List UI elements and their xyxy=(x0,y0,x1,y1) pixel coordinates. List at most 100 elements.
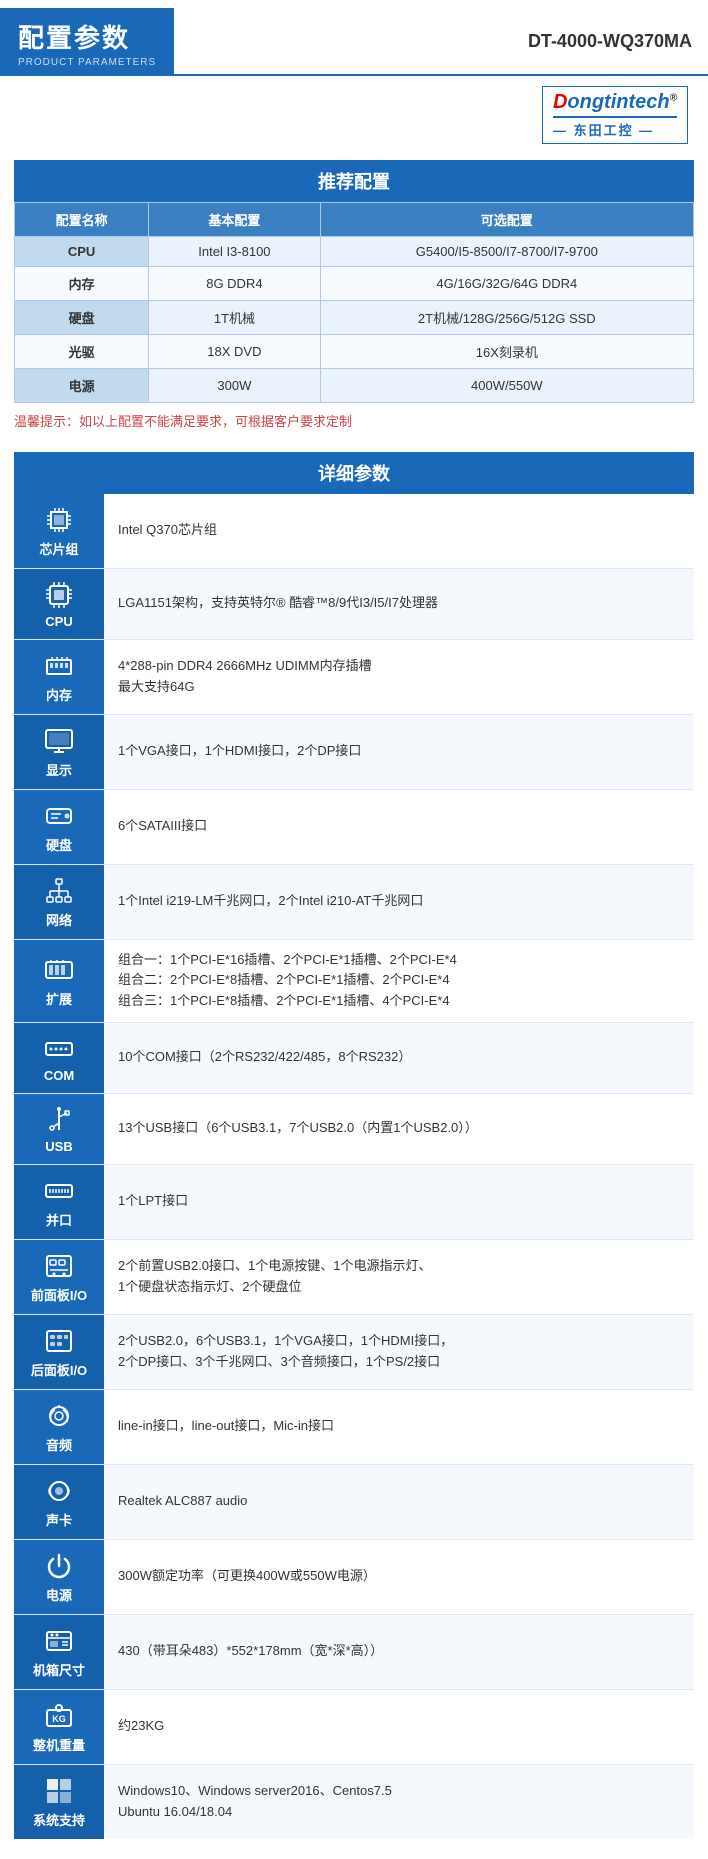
detail-icon-cell: 音频 xyxy=(14,1389,104,1464)
rec-basic: 18X DVD xyxy=(149,334,320,368)
detail-content-cell: 2个USB2.0，6个USB3.1，1个VGA接口，1个HDMI接口，2个DP接… xyxy=(104,1314,694,1389)
detail-icon-cell: 芯片组 xyxy=(14,494,104,569)
usb-icon xyxy=(43,1104,75,1136)
detail-icon-label: 显示 xyxy=(46,760,72,779)
detail-content-cell: 430（带耳朵483）*552*178mm（宽*深*高）） xyxy=(104,1614,694,1689)
detail-table-row: CPU LGA1151架构，支持英特尔® 酷睿™8/9代I3/I5/I7处理器 xyxy=(14,568,694,639)
chassis-icon xyxy=(43,1625,75,1657)
detail-icon-cell: USB xyxy=(14,1093,104,1164)
logo-box: Dongtintech® — 东田工控 — xyxy=(542,86,688,144)
detail-content-cell: 4*288-pin DDR4 2666MHz UDIMM内存插槽最大支持64G xyxy=(104,639,694,714)
detail-icon-label: USB xyxy=(45,1139,72,1154)
detail-icon-inner: 扩展 xyxy=(18,954,100,1008)
logo-main: Dongtintech® xyxy=(553,91,677,114)
detail-table-row: COM 10个COM接口（2个RS232/422/485，8个RS232） xyxy=(14,1022,694,1093)
detail-table-row: 内存 4*288-pin DDR4 2666MHz UDIMM内存插槽最大支持6… xyxy=(14,639,694,714)
cpu-icon xyxy=(43,579,75,611)
detail-icon-inner: 系统支持 xyxy=(18,1775,100,1829)
detail-icon-inner: 声卡 xyxy=(18,1475,100,1529)
detail-icon-label: 声卡 xyxy=(46,1510,72,1529)
detail-table-row: 芯片组 Intel Q370芯片组 xyxy=(14,494,694,569)
detail-content-cell: line-in接口，line-out接口，Mic-in接口 xyxy=(104,1389,694,1464)
detail-table-row: 后面板I/O 2个USB2.0，6个USB3.1，1个VGA接口，1个HDMI接… xyxy=(14,1314,694,1389)
detail-table-row: 声卡 Realtek ALC887 audio xyxy=(14,1464,694,1539)
chipset-icon xyxy=(43,504,75,536)
rec-basic: 1T机械 xyxy=(149,300,320,334)
detail-icon-label: 电源 xyxy=(46,1585,72,1604)
detail-icon-label: 机箱尺寸 xyxy=(33,1660,85,1679)
rec-optional: 4G/16G/32G/64G DDR4 xyxy=(320,266,693,300)
rec-basic: Intel I3-8100 xyxy=(149,236,320,266)
detail-icon-label: 系统支持 xyxy=(33,1810,85,1829)
detail-table-row: 网络 1个Intel i219-LM千兆网口，2个Intel i210-AT千兆… xyxy=(14,864,694,939)
logo-area: Dongtintech® — 东田工控 — xyxy=(0,76,708,150)
header-title-en: PRODUCT PARAMETERS xyxy=(18,57,156,68)
detail-icon-label: 网络 xyxy=(46,910,72,929)
detail-section-header: 详细参数 xyxy=(14,452,694,494)
audio-icon xyxy=(43,1400,75,1432)
detail-icon-cell: 扩展 xyxy=(14,939,104,1022)
rec-table-row: 光驱 18X DVD 16X刻录机 xyxy=(15,334,694,368)
display-icon xyxy=(43,725,75,757)
memory-icon xyxy=(43,650,75,682)
detail-content-cell: 2个前置USB2.0接口、1个电源按键、1个电源指示灯、1个硬盘状态指示灯、2个… xyxy=(104,1239,694,1314)
detail-table-row: 扩展 组合一：1个PCI-E*16插槽、2个PCI-E*1插槽、2个PCI-E*… xyxy=(14,939,694,1022)
rec-col2: 基本配置 xyxy=(149,202,320,236)
detail-table-row: 机箱尺寸 430（带耳朵483）*552*178mm（宽*深*高）） xyxy=(14,1614,694,1689)
detail-icon-label: 芯片组 xyxy=(39,539,78,558)
detail-icon-cell: 内存 xyxy=(14,639,104,714)
rec-optional: G5400/I5-8500/I7-8700/I7-9700 xyxy=(320,236,693,266)
rec-basic: 8G DDR4 xyxy=(149,266,320,300)
detail-icon-inner: KG 整机重量 xyxy=(18,1700,100,1754)
detail-icon-inner: 电源 xyxy=(18,1550,100,1604)
detail-icon-label: 音频 xyxy=(46,1435,72,1454)
detail-table-row: 系统支持 Windows10、Windows server2016、Centos… xyxy=(14,1764,694,1839)
detail-content-cell: 1个Intel i219-LM千兆网口，2个Intel i210-AT千兆网口 xyxy=(104,864,694,939)
detail-table-row: KG 整机重量 约23KG xyxy=(14,1689,694,1764)
detail-content-cell: 6个SATAIII接口 xyxy=(104,789,694,864)
detail-icon-inner: CPU xyxy=(18,579,100,629)
logo-sub: — 东田工控 — xyxy=(553,120,654,139)
detail-content-cell: Intel Q370芯片组 xyxy=(104,494,694,569)
power-icon xyxy=(43,1550,75,1582)
detail-icon-label: 硬盘 xyxy=(46,835,72,854)
detail-icon-inner: USB xyxy=(18,1104,100,1154)
rec-name: CPU xyxy=(15,236,149,266)
svg-text:KG: KG xyxy=(52,1714,66,1724)
soundcard-icon xyxy=(43,1475,75,1507)
detail-icon-inner: COM xyxy=(18,1033,100,1083)
detail-icon-inner: 并口 xyxy=(18,1175,100,1229)
detail-content-cell: 1个VGA接口，1个HDMI接口，2个DP接口 xyxy=(104,714,694,789)
detail-icon-inner: 显示 xyxy=(18,725,100,779)
detail-content-cell: 约23KG xyxy=(104,1689,694,1764)
detail-icon-cell: COM xyxy=(14,1022,104,1093)
detail-icon-label: 后面板I/O xyxy=(31,1360,87,1379)
detail-icon-inner: 前面板I/O xyxy=(18,1250,100,1304)
logo-divider xyxy=(553,116,677,118)
rec-basic: 300W xyxy=(149,368,320,402)
detail-icon-inner: 芯片组 xyxy=(18,504,100,558)
expand-icon xyxy=(43,954,75,986)
detail-icon-cell: 后面板I/O xyxy=(14,1314,104,1389)
recommend-table: 配置名称 基本配置 可选配置 CPU Intel I3-8100 G5400/I… xyxy=(14,202,694,403)
header-model: DT-4000-WQ370MA xyxy=(174,8,708,74)
rec-table-row: 硬盘 1T机械 2T机械/128G/256G/512G SSD xyxy=(15,300,694,334)
rec-col1: 配置名称 xyxy=(15,202,149,236)
detail-table-row: 显示 1个VGA接口，1个HDMI接口，2个DP接口 xyxy=(14,714,694,789)
detail-section: 详细参数 芯片组 Intel Q370芯片组 CPU LGA1151架构，支持英… xyxy=(14,452,694,1839)
detail-table-row: 前面板I/O 2个前置USB2.0接口、1个电源按键、1个电源指示灯、1个硬盘状… xyxy=(14,1239,694,1314)
detail-icon-cell: 声卡 xyxy=(14,1464,104,1539)
detail-icon-cell: 电源 xyxy=(14,1539,104,1614)
detail-icon-cell: 机箱尺寸 xyxy=(14,1614,104,1689)
detail-icon-cell: 显示 xyxy=(14,714,104,789)
rec-table-row: 内存 8G DDR4 4G/16G/32G/64G DDR4 xyxy=(15,266,694,300)
detail-content-cell: Realtek ALC887 audio xyxy=(104,1464,694,1539)
rec-optional: 2T机械/128G/256G/512G SSD xyxy=(320,300,693,334)
detail-content-cell: 1个LPT接口 xyxy=(104,1164,694,1239)
weight-icon: KG xyxy=(43,1700,75,1732)
detail-icon-cell: 硬盘 xyxy=(14,789,104,864)
rec-table-row: 电源 300W 400W/550W xyxy=(15,368,694,402)
detail-icon-label: COM xyxy=(44,1068,74,1083)
detail-table-row: 电源 300W额定功率（可更换400W或550W电源） xyxy=(14,1539,694,1614)
detail-table: 芯片组 Intel Q370芯片组 CPU LGA1151架构，支持英特尔® 酷… xyxy=(14,494,694,1839)
